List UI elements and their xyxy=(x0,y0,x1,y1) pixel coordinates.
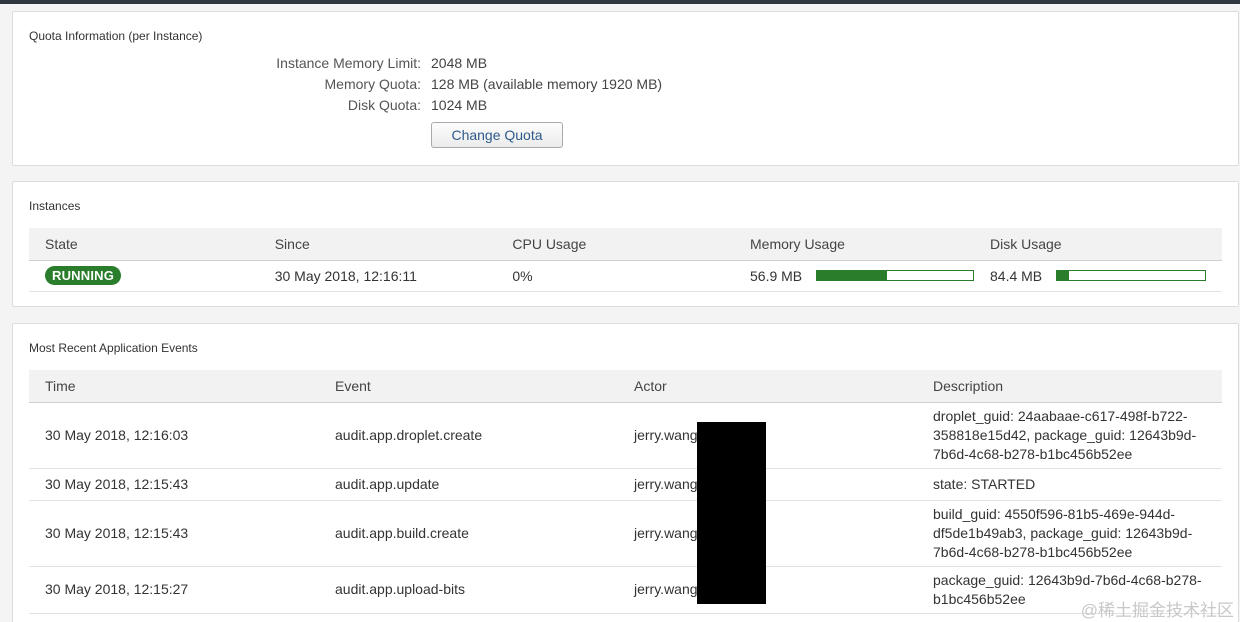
events-table: Time Event Actor Description 30 May 2018… xyxy=(29,370,1222,614)
event-description: build_guid: 4550f596-81b5-469e-944d-df5d… xyxy=(917,500,1222,567)
event-description: state: STARTED xyxy=(917,468,1222,501)
col-header-state[interactable]: State xyxy=(29,228,259,261)
top-bar xyxy=(0,0,1240,4)
col-header-cpu-usage[interactable]: CPU Usage xyxy=(496,228,734,261)
disk-usage-value: 84.4 MB xyxy=(990,267,1043,284)
events-panel: Most Recent Application Events Time Even… xyxy=(12,323,1239,622)
change-quota-button[interactable]: Change Quota xyxy=(431,122,563,148)
event-actor: jerry.wang xyxy=(618,402,917,469)
col-header-disk-usage[interactable]: Disk Usage xyxy=(974,228,1222,261)
event-description: droplet_guid: 24aabaae-c617-498f-b722-35… xyxy=(917,402,1222,469)
disk-usage-bar xyxy=(1056,270,1206,281)
table-row[interactable]: 30 May 2018, 12:15:43 audit.app.build.cr… xyxy=(29,500,1222,567)
event-actor: jerry.wang xyxy=(618,500,917,567)
redaction-box xyxy=(697,422,766,604)
memory-quota-row: Memory Quota: 128 MB (available memory 1… xyxy=(13,76,713,96)
events-header-row: Time Event Actor Description xyxy=(29,370,1222,403)
instance-memory-limit-label: Instance Memory Limit: xyxy=(276,55,421,71)
disk-cell: 84.4 MB xyxy=(974,260,1222,292)
quota-panel-title: Quota Information (per Instance) xyxy=(29,29,203,43)
memory-cell: 56.9 MB xyxy=(734,260,974,292)
col-header-description[interactable]: Description xyxy=(917,370,1222,403)
event-actor: jerry.wang xyxy=(618,566,917,614)
event-type: audit.app.update xyxy=(319,468,618,501)
memory-usage-bar xyxy=(816,270,974,281)
event-time: 30 May 2018, 12:15:43 xyxy=(29,500,319,567)
col-header-event[interactable]: Event xyxy=(319,370,618,403)
quota-panel: Quota Information (per Instance) Instanc… xyxy=(12,11,1239,166)
table-row[interactable]: 30 May 2018, 12:15:27 audit.app.upload-b… xyxy=(29,566,1222,614)
col-header-memory-usage[interactable]: Memory Usage xyxy=(734,228,974,261)
event-time: 30 May 2018, 12:15:43 xyxy=(29,468,319,501)
events-panel-title: Most Recent Application Events xyxy=(29,341,198,355)
event-time: 30 May 2018, 12:15:27 xyxy=(29,566,319,614)
disk-quota-value: 1024 MB xyxy=(431,97,488,113)
event-type: audit.app.build.create xyxy=(319,500,618,567)
col-header-time[interactable]: Time xyxy=(29,370,319,403)
col-header-actor[interactable]: Actor xyxy=(618,370,917,403)
state-cell: RUNNING xyxy=(29,260,259,292)
watermark-text: @稀土掘金技术社区 xyxy=(1080,601,1234,620)
memory-usage-bar-fill xyxy=(817,271,888,280)
instance-memory-limit-row: Instance Memory Limit: 2048 MB xyxy=(13,55,713,75)
table-row[interactable]: 30 May 2018, 12:16:03 audit.app.droplet.… xyxy=(29,402,1222,469)
disk-quota-row: Disk Quota: 1024 MB xyxy=(13,97,713,117)
instance-memory-limit-value: 2048 MB xyxy=(431,55,488,71)
instances-table: State Since CPU Usage Memory Usage Disk … xyxy=(29,228,1222,292)
table-row[interactable]: RUNNING 30 May 2018, 12:16:11 0% 56.9 MB… xyxy=(29,260,1222,292)
disk-usage-bar-fill xyxy=(1057,271,1069,280)
memory-quota-value: 128 MB (available memory 1920 MB) xyxy=(431,76,663,92)
event-actor: jerry.wang xyxy=(618,468,917,501)
event-type: audit.app.upload-bits xyxy=(319,566,618,614)
table-row[interactable]: 30 May 2018, 12:15:43 audit.app.update j… xyxy=(29,468,1222,501)
event-time: 30 May 2018, 12:16:03 xyxy=(29,402,319,469)
instances-panel-title: Instances xyxy=(29,199,81,213)
since-cell: 30 May 2018, 12:16:11 xyxy=(258,260,497,292)
memory-quota-label: Memory Quota: xyxy=(324,76,421,92)
instances-header-row: State Since CPU Usage Memory Usage Disk … xyxy=(29,228,1222,261)
cpu-cell: 0% xyxy=(496,260,734,292)
status-badge: RUNNING xyxy=(45,266,122,285)
memory-usage-value: 56.9 MB xyxy=(750,267,803,284)
event-type: audit.app.droplet.create xyxy=(319,402,618,469)
instances-panel: Instances State Since CPU Usage Memory U… xyxy=(12,181,1239,307)
disk-quota-label: Disk Quota: xyxy=(347,97,421,113)
col-header-since[interactable]: Since xyxy=(258,228,497,261)
